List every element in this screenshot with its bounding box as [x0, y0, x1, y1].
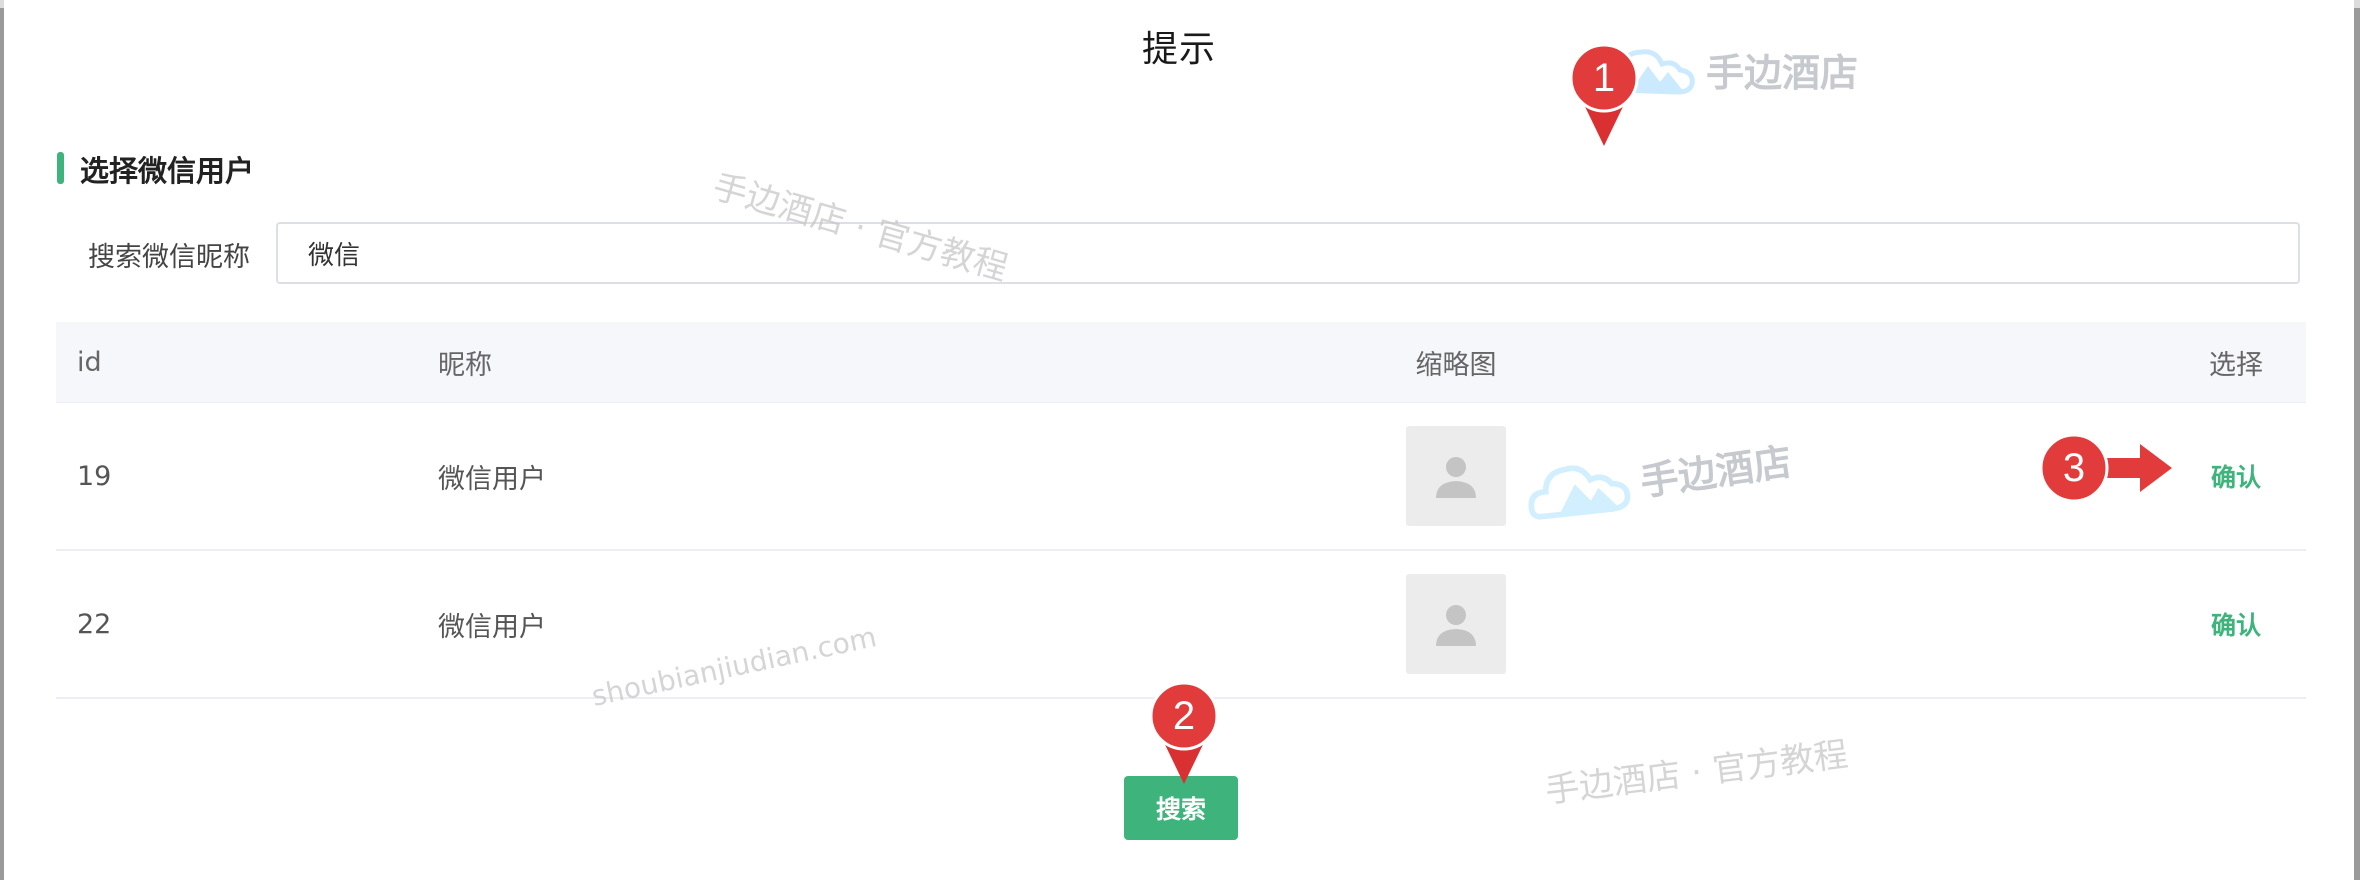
step-marker-3: 3: [2039, 433, 2172, 503]
section-title: 选择微信用户: [80, 154, 255, 188]
column-header-nickname: 昵称: [438, 349, 492, 381]
cloud-mountain-logo-icon: [1528, 465, 1631, 520]
step-marker-3-label: 3: [2063, 446, 2085, 490]
select-wechat-user-dialog: 提示 选择微信用户 搜索微信昵称 id 昵称 缩略图 选择 19 微信用户: [4, 0, 2354, 880]
search-nickname-input[interactable]: [276, 222, 2300, 284]
step-marker-2-label: 2: [1173, 694, 1195, 738]
user-avatar-icon: [1436, 457, 1476, 498]
column-header-select: 选择: [2209, 349, 2263, 381]
confirm-link[interactable]: 确认: [2211, 458, 2261, 494]
cell-nickname: 微信用户: [438, 463, 546, 495]
watermark-brand: 手边酒店: [1637, 439, 1795, 504]
watermark-tutorial: 手边酒店 · 官方教程: [1543, 734, 1851, 812]
step-marker-2: 2: [1149, 681, 1219, 784]
avatar: [1406, 574, 1506, 674]
watermark-brand: 手边酒店: [1706, 50, 1859, 95]
cell-thumbnail: [1406, 403, 1506, 549]
confirm-link[interactable]: 确认: [2211, 606, 2261, 642]
step-marker-1-label: 1: [1593, 56, 1615, 100]
cell-thumbnail: [1406, 551, 1506, 697]
user-avatar-icon: [1436, 605, 1476, 646]
cell-select: 确认: [2186, 403, 2286, 549]
dialog-title: 提示: [1141, 29, 1216, 70]
table-header: id 昵称 缩略图 选择: [56, 322, 2306, 403]
table-row: 19 微信用户 确认: [56, 403, 2306, 551]
watermark-logo: 手边酒店: [1604, 38, 1858, 100]
column-header-thumbnail: 缩略图: [1415, 349, 1497, 381]
cell-select: 确认: [2186, 551, 2286, 697]
avatar: [1406, 426, 1506, 526]
step-marker-1: 1: [1569, 43, 1639, 146]
table-row: 22 微信用户 确认: [56, 551, 2306, 699]
section-accent-bar: [57, 152, 64, 184]
cell-id: 19: [77, 460, 112, 492]
search-label: 搜索微信昵称: [88, 242, 250, 273]
user-table: id 昵称 缩略图 选择 19 微信用户 确认 22 微信用户 确认: [56, 322, 2306, 699]
column-header-id: id: [77, 346, 102, 378]
cell-id: 22: [77, 608, 112, 640]
cell-nickname: 微信用户: [438, 611, 546, 643]
